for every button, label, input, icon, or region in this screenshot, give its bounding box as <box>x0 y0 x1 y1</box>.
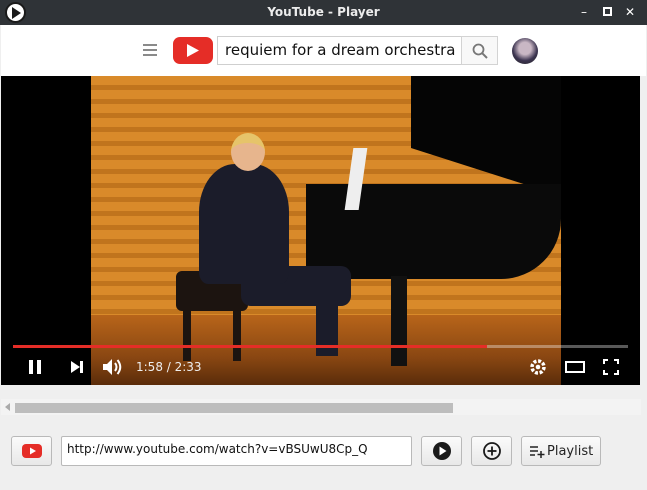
avatar[interactable] <box>512 38 538 64</box>
progress-bar[interactable] <box>13 345 628 348</box>
title-bar: YouTube - Player – ✕ <box>0 0 647 25</box>
search-icon <box>472 43 488 59</box>
video-frame <box>91 76 561 385</box>
play-url-button[interactable] <box>421 436 462 466</box>
theater-icon[interactable] <box>564 358 586 380</box>
volume-icon[interactable] <box>102 358 124 380</box>
youtube-button[interactable] <box>11 436 52 466</box>
youtube-icon <box>22 444 42 458</box>
next-icon[interactable] <box>69 358 85 380</box>
scrollbar-thumb[interactable] <box>15 403 453 413</box>
add-button[interactable] <box>471 436 512 466</box>
menu-icon[interactable] <box>143 44 157 56</box>
play-circle-icon <box>433 442 451 460</box>
time-display: 1:58 / 2:33 <box>136 360 202 374</box>
settings-icon[interactable] <box>529 358 547 380</box>
playlist-label: Playlist <box>547 444 594 459</box>
playlist-add-icon <box>530 446 545 458</box>
youtube-header: requiem for a dream orchestra <box>1 25 646 76</box>
pause-icon[interactable] <box>27 358 43 380</box>
horizontal-scrollbar[interactable] <box>1 399 641 415</box>
scroll-left-icon[interactable] <box>5 403 10 411</box>
close-icon[interactable]: ✕ <box>622 4 638 20</box>
minimize-icon[interactable]: – <box>576 4 592 20</box>
fullscreen-icon[interactable] <box>602 358 620 380</box>
progress-fill <box>13 345 487 348</box>
search-button[interactable] <box>461 36 498 65</box>
youtube-logo-icon[interactable] <box>173 37 213 64</box>
maximize-icon[interactable] <box>599 4 615 20</box>
add-circle-icon <box>483 442 501 460</box>
search-input[interactable]: requiem for a dream orchestra <box>217 36 462 65</box>
bottom-toolbar: http://www.youtube.com/watch?v=vBSUwU8Cp… <box>0 420 647 490</box>
playlist-button[interactable]: Playlist <box>521 436 601 466</box>
video-player[interactable]: 1:58 / 2:33 <box>1 76 640 385</box>
window-title: YouTube - Player <box>267 5 380 19</box>
url-field[interactable]: http://www.youtube.com/watch?v=vBSUwU8Cp… <box>61 436 412 466</box>
